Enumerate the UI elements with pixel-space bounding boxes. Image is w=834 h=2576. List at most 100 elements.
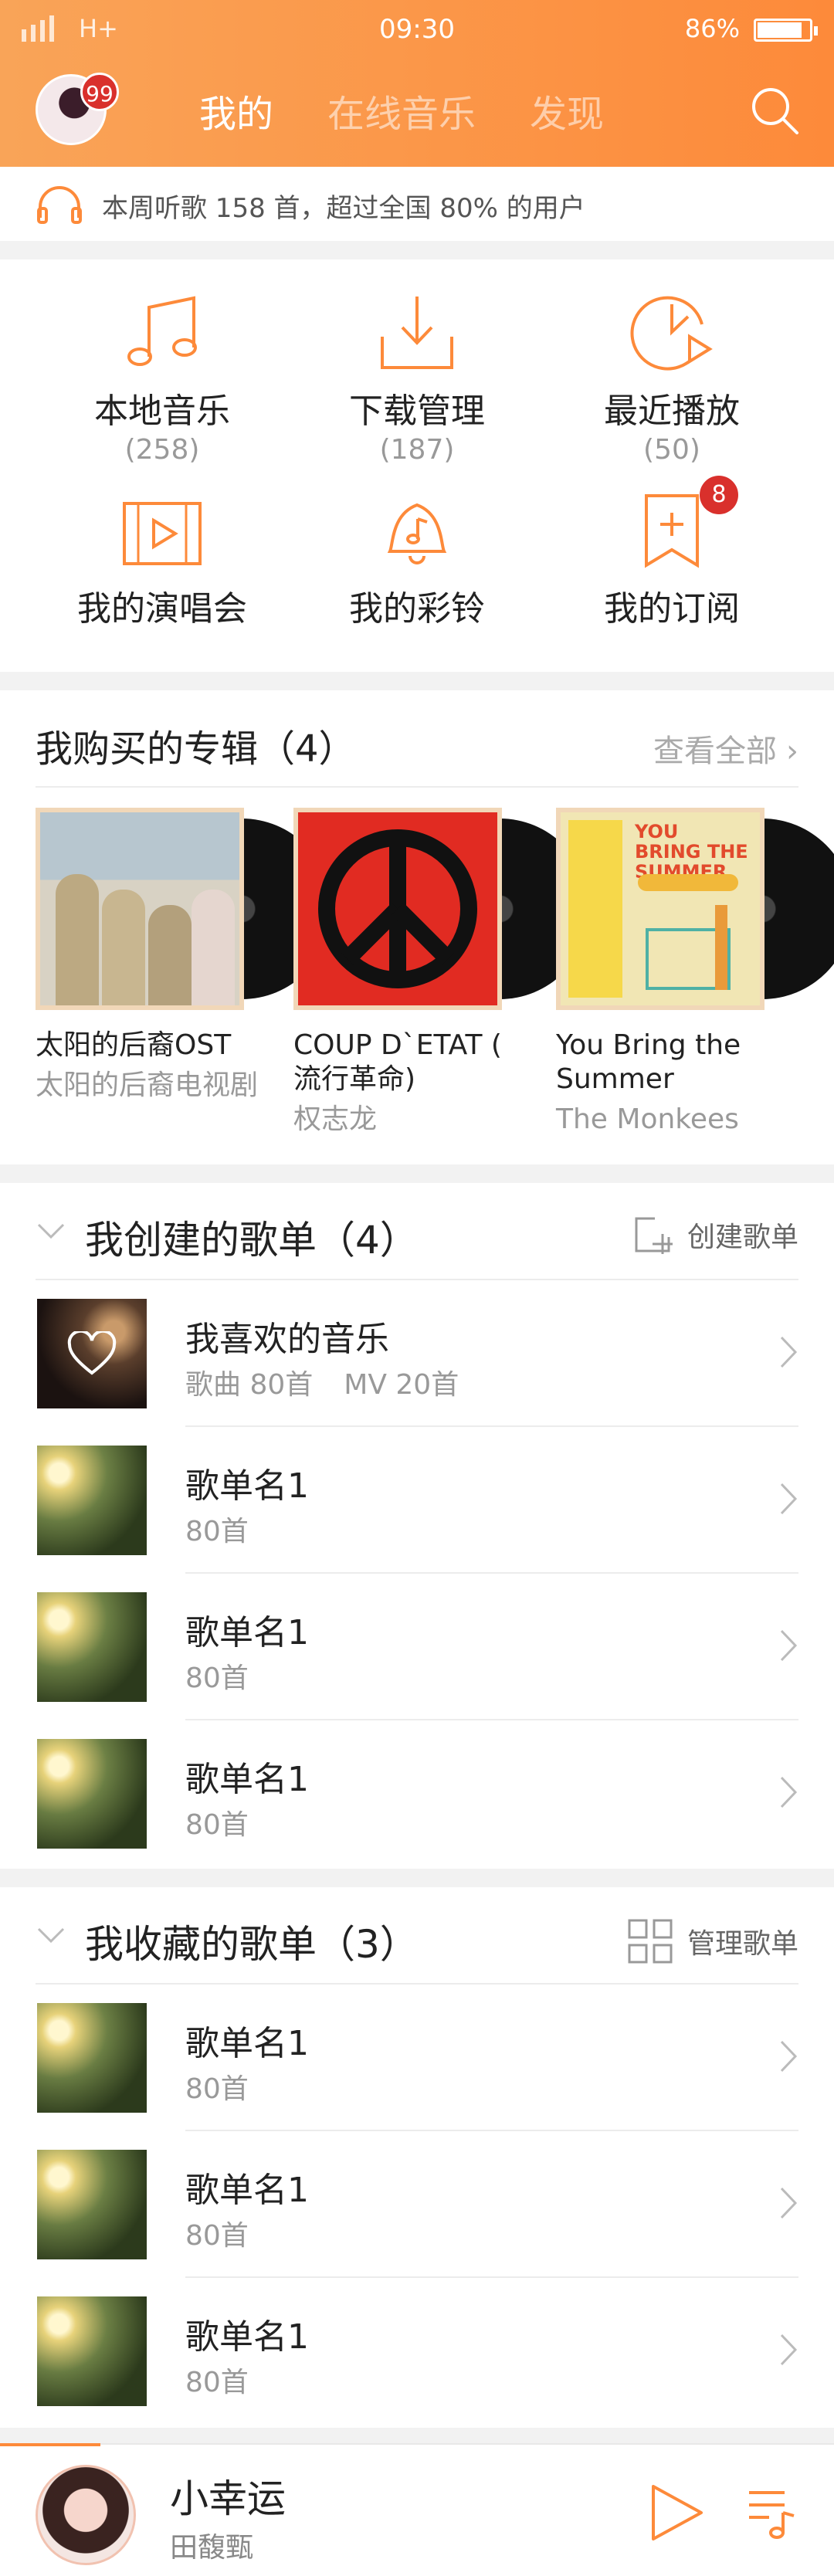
mv-count: MV 20首 <box>344 1369 459 1401</box>
shortcut-label: 本地音乐 <box>94 391 230 431</box>
purchased-albums: 我购买的专辑（4） 查看全部 › 太阳的后裔OST 太阳的后裔电视剧 COUP … <box>0 690 834 1164</box>
playlist-name: 我喜欢的音乐 <box>185 1320 389 1359</box>
shortcut-label: 最近播放 <box>604 391 740 431</box>
create-playlist-button[interactable]: 创建歌单 <box>632 1214 798 1256</box>
playlist-cover <box>37 1446 147 1555</box>
create-playlist-label: 创建歌单 <box>687 1222 798 1253</box>
album-cover <box>293 808 590 1010</box>
shortcut-ringtones[interactable]: 我的彩铃 <box>278 491 556 630</box>
listening-notice: 本周听歌 158 首，超过全国 80% 的用户 <box>0 167 834 241</box>
manage-playlists-button[interactable]: 管理歌单 <box>627 1918 798 1964</box>
shortcut-subscriptions[interactable]: 我的订阅 8 <box>533 476 811 630</box>
song-count: 歌曲 80首 <box>185 1369 314 1401</box>
shortcut-local-music[interactable]: 本地音乐 (258) <box>23 293 301 466</box>
section-header[interactable]: 我收藏的歌单（3） 管理歌单 <box>0 1887 834 1983</box>
song-count: 80首 <box>185 1516 249 1547</box>
manage-playlists-label: 管理歌单 <box>687 1928 798 1960</box>
shortcut-recent[interactable]: 最近播放 (50) <box>533 293 811 466</box>
album-artist: The Monkees <box>556 1103 739 1135</box>
collected-playlists: 我收藏的歌单（3） 管理歌单 歌单名1 80首 歌单名1 80首 歌单名1 80… <box>0 1887 834 2428</box>
shortcut-label: 我的演唱会 <box>77 589 247 629</box>
notice-text: 本周听歌 158 首，超过全国 80% 的用户 <box>102 193 585 224</box>
battery-percent: 86% <box>684 14 740 43</box>
section-header[interactable]: 我创建的歌单（4） 创建歌单 <box>0 1183 834 1279</box>
song-count: 80首 <box>185 1663 249 1694</box>
album-name: COUP D`ETAT ( 流行革命) <box>293 1029 502 1095</box>
now-playing-title: 小幸运 <box>170 2476 286 2521</box>
shortcut-count: (187) <box>379 434 455 466</box>
playlist-cover <box>37 2003 147 2113</box>
section-title: 我收藏的歌单（3） <box>85 1922 419 1967</box>
chevron-right-icon <box>780 2040 798 2073</box>
headphones-icon <box>37 186 82 224</box>
playback-progress <box>0 2443 100 2446</box>
add-playlist-icon <box>635 1217 673 1254</box>
album-card[interactable]: 太阳的后裔OST 太阳的后裔电视剧 <box>36 808 332 1103</box>
app-header: H+ 09:30 86% 99 我的 在线音乐 发现 <box>0 0 834 167</box>
album-card[interactable]: YOU BRING THE SUMMER You Bring the Summe… <box>556 808 834 1137</box>
tab-discover[interactable]: 发现 <box>530 83 604 137</box>
chevron-down-icon[interactable] <box>36 1926 66 1944</box>
playlist-row[interactable]: 歌单名1 80首 <box>0 1574 834 1720</box>
divider <box>36 786 798 788</box>
chevron-right-icon: › <box>786 734 798 769</box>
album-cover <box>36 808 332 1010</box>
created-playlists: 我创建的歌单（4） 创建歌单 我喜欢的音乐 歌曲 80首 MV 20首 歌单名1… <box>0 1183 834 1869</box>
playlist-meta: 歌曲 80首 MV 20首 <box>185 1362 459 1402</box>
song-count: 80首 <box>185 2073 249 2105</box>
album-name: 太阳的后裔OST <box>36 1029 232 1061</box>
album-card[interactable]: COUP D`ETAT ( 流行革命) 权志龙 <box>293 808 590 1137</box>
playlist-name: 歌单名1 <box>185 2171 309 2210</box>
section-title: 我创建的歌单（4） <box>85 1218 419 1263</box>
shortcut-count: (50) <box>643 434 700 466</box>
top-tabs: 我的 在线音乐 发现 <box>199 83 604 137</box>
playlist-cover <box>37 1739 147 1849</box>
album-artist: 太阳的后裔电视剧 <box>36 1069 259 1101</box>
status-bar: H+ 09:30 86% <box>0 0 834 62</box>
recent-play-icon <box>630 296 713 371</box>
play-icon[interactable] <box>646 2482 707 2544</box>
playlist-name: 歌单名1 <box>185 1760 309 1799</box>
playlist-name: 歌单名1 <box>185 1466 309 1506</box>
shortcut-label: 我的彩铃 <box>349 589 485 629</box>
tab-online-music[interactable]: 在线音乐 <box>327 83 476 137</box>
grid-manage-icon <box>628 1919 673 1964</box>
song-count: 80首 <box>185 1809 249 1841</box>
concert-video-icon <box>123 502 202 565</box>
shortcut-grid: 本地音乐 (258) 下载管理 (187) 最近播放 (50) 我的演唱会 我的… <box>0 259 834 672</box>
now-playing-artwork[interactable] <box>36 2465 136 2565</box>
tab-mine[interactable]: 我的 <box>199 83 273 137</box>
shortcut-concerts[interactable]: 我的演唱会 <box>23 499 301 630</box>
cover-title: YOU BRING THE SUMMER <box>635 821 748 883</box>
chevron-right-icon <box>780 2334 798 2366</box>
chevron-down-icon[interactable] <box>36 1222 66 1240</box>
playlist-cover <box>37 1592 147 1702</box>
playlist-cover <box>37 2150 147 2259</box>
playlist-row[interactable]: 我喜欢的音乐 歌曲 80首 MV 20首 <box>0 1280 834 1427</box>
album-artist: 权志龙 <box>293 1103 378 1135</box>
view-all-label: 查看全部 <box>653 734 777 769</box>
search-icon[interactable] <box>749 85 800 136</box>
view-all-link[interactable]: 查看全部 › <box>653 726 798 771</box>
chevron-right-icon <box>780 1629 798 1662</box>
section-title: 我购买的专辑（4） <box>36 727 356 771</box>
playlist-cover <box>37 2296 147 2406</box>
playlist-name: 歌单名1 <box>185 1613 309 1652</box>
battery-icon <box>754 19 818 42</box>
song-count: 80首 <box>185 2367 249 2398</box>
chevron-right-icon <box>780 1336 798 1368</box>
playlist-row[interactable]: 歌单名1 80首 <box>0 2131 834 2278</box>
mini-player[interactable]: 小幸运 田馥甄 <box>0 2443 834 2576</box>
shortcut-downloads[interactable]: 下载管理 (187) <box>278 293 556 466</box>
shortcut-label: 下载管理 <box>349 391 485 431</box>
playlist-row[interactable]: 歌单名1 80首 <box>0 2278 834 2425</box>
shortcut-count: (258) <box>124 434 200 466</box>
playlist-queue-icon[interactable] <box>746 2486 797 2540</box>
playlist-row[interactable]: 歌单名1 80首 <box>0 1427 834 1574</box>
heart-icon <box>67 1331 117 1375</box>
playlist-row[interactable]: 歌单名1 80首 <box>0 1720 834 1867</box>
chevron-right-icon <box>780 1776 798 1808</box>
now-playing-artist: 田馥甄 <box>170 2532 254 2564</box>
playlist-row[interactable]: 歌单名1 80首 <box>0 1985 834 2131</box>
avatar-badge: 99 <box>80 73 119 111</box>
